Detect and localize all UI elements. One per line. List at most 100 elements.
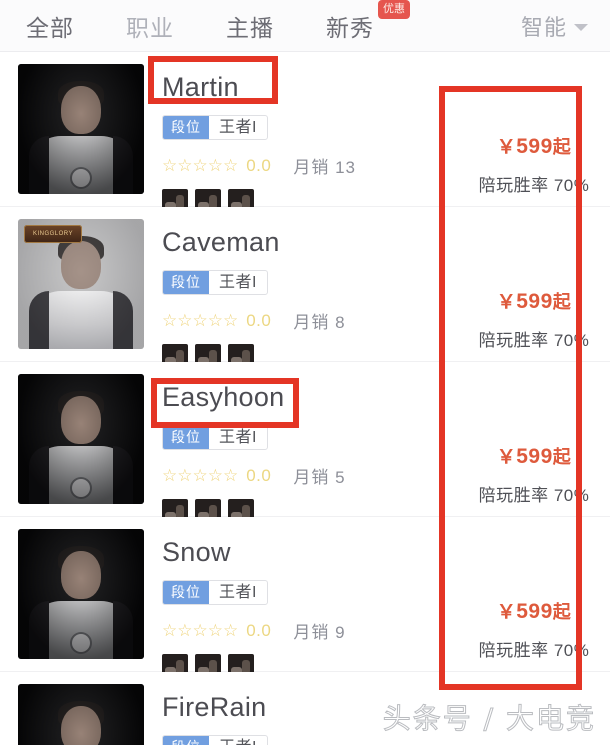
- player-info: Caveman 段位 王者I ☆☆☆☆☆ 0.0 月销 8: [144, 219, 458, 370]
- rank-key: 段位: [163, 736, 209, 745]
- rank-badge: 段位 王者I: [162, 735, 268, 745]
- monthly-sales-count: 9: [335, 623, 346, 642]
- star-rating-icon: ☆☆☆☆☆: [162, 621, 239, 640]
- player-name: Easyhoon: [162, 382, 285, 412]
- avatar: [18, 64, 144, 194]
- rating-score: 0.0: [246, 620, 272, 640]
- rank-value: 王者I: [219, 429, 257, 446]
- winrate-value: 70%: [553, 331, 590, 350]
- price-suffix: 起: [552, 447, 572, 467]
- price: ￥599起: [497, 287, 572, 314]
- avatar: [18, 684, 144, 745]
- rank-value: 王者I: [219, 584, 257, 601]
- player-name: Martin: [162, 72, 239, 102]
- monthly-sales-count: 13: [335, 158, 356, 177]
- tab-rookie[interactable]: 新秀 优惠: [326, 0, 410, 43]
- winrate-value: 70%: [553, 641, 590, 660]
- rating-row: ☆☆☆☆☆ 0.0 月销 8: [162, 308, 458, 333]
- monthly-sales-label: 月销: [293, 468, 330, 487]
- price-column: ￥599起 陪玩胜率 70%: [458, 64, 610, 206]
- tab-rookie-label: 新秀: [326, 14, 374, 41]
- list-item[interactable]: Martin 段位 王者I ☆☆☆☆☆ 0.0 月销 13 ￥599起 陪玩胜率…: [0, 52, 610, 215]
- player-info: Martin 段位 王者I ☆☆☆☆☆ 0.0 月销 13: [144, 64, 458, 215]
- rating-row: ☆☆☆☆☆ 0.0 月销 9: [162, 618, 458, 643]
- avatar-vignette: [18, 684, 144, 745]
- price-column: ￥599起 陪玩胜率 70%: [458, 529, 610, 671]
- price: ￥599起: [497, 597, 572, 624]
- monthly-sales-count: 5: [335, 468, 346, 487]
- price: ￥599起: [497, 132, 572, 159]
- price-amount: 599: [516, 600, 553, 623]
- price-suffix: 起: [552, 137, 572, 157]
- currency-symbol: ￥: [496, 292, 517, 313]
- player-info: Snow 段位 王者I ☆☆☆☆☆ 0.0 月销 9: [144, 529, 458, 680]
- price: ￥599起: [497, 442, 572, 469]
- winrate: 陪玩胜率 70%: [479, 171, 590, 196]
- player-list: Martin 段位 王者I ☆☆☆☆☆ 0.0 月销 13 ￥599起 陪玩胜率…: [0, 52, 610, 745]
- winrate-label: 陪玩胜率: [478, 331, 549, 350]
- currency-symbol: ￥: [496, 602, 517, 623]
- monthly-sales-label: 月销: [293, 623, 330, 642]
- player-name: Caveman: [162, 227, 280, 257]
- price-amount: 599: [516, 135, 553, 158]
- monthly-sales-count: 8: [335, 313, 346, 332]
- chevron-down-icon: [574, 24, 588, 31]
- winrate-value: 70%: [553, 176, 590, 195]
- winrate: 陪玩胜率 70%: [479, 481, 590, 506]
- promo-badge: 优惠: [378, 0, 410, 19]
- avatar: [18, 529, 144, 659]
- monthly-sales: 月销 8: [293, 308, 345, 333]
- rank-badge: 段位 王者I: [162, 115, 268, 140]
- filter-tabbar: 全部 职业 主播 新秀 优惠 智能: [0, 0, 610, 52]
- sort-dropdown[interactable]: 智能: [521, 10, 588, 42]
- avatar-vignette: [18, 529, 144, 659]
- tab-professional-label: 职业: [126, 14, 174, 41]
- tab-all[interactable]: 全部: [26, 9, 74, 43]
- avatar: [18, 374, 144, 504]
- rating-score: 0.0: [246, 155, 272, 175]
- rank-badge: 段位 王者I: [162, 270, 268, 295]
- monthly-sales-label: 月销: [293, 313, 330, 332]
- star-rating-icon: ☆☆☆☆☆: [162, 466, 239, 485]
- rank-badge: 段位 王者I: [162, 425, 268, 450]
- monthly-sales: 月销 5: [293, 463, 345, 488]
- star-rating-icon: ☆☆☆☆☆: [162, 311, 239, 330]
- winrate: 陪玩胜率 70%: [479, 636, 590, 661]
- rank-badge: 段位 王者I: [162, 580, 268, 605]
- price-suffix: 起: [552, 292, 572, 312]
- star-rating-icon: ☆☆☆☆☆: [162, 156, 239, 175]
- currency-symbol: ￥: [496, 137, 517, 158]
- price-column: ￥599起 陪玩胜率 70%: [458, 219, 610, 361]
- rank-value: 王者I: [219, 274, 257, 291]
- winrate-label: 陪玩胜率: [478, 486, 549, 505]
- avatar-banner-label: KINGGLORY: [32, 231, 74, 237]
- rank-key: 段位: [163, 426, 209, 449]
- sort-label: 智能: [520, 14, 567, 40]
- tab-streamer[interactable]: 主播: [226, 9, 274, 43]
- avatar: KINGGLORY: [18, 219, 144, 349]
- player-name: Snow: [162, 537, 231, 567]
- rating-score: 0.0: [246, 310, 272, 330]
- list-item[interactable]: KINGGLORY Caveman 段位 王者I ☆☆☆☆☆ 0.0 月销 8: [0, 207, 610, 370]
- rank-value: 王者I: [209, 736, 267, 745]
- price-amount: 599: [516, 290, 553, 313]
- monthly-sales-label: 月销: [293, 158, 330, 177]
- rating-score: 0.0: [246, 465, 272, 485]
- rank-value: 王者I: [219, 119, 257, 136]
- list-item[interactable]: Snow 段位 王者I ☆☆☆☆☆ 0.0 月销 9 ￥599起 陪玩胜率 70…: [0, 517, 610, 680]
- price-suffix: 起: [552, 602, 572, 622]
- avatar-vignette: [18, 374, 144, 504]
- player-info: Easyhoon 段位 王者I ☆☆☆☆☆ 0.0 月销 5: [144, 374, 458, 525]
- price-column: ￥599起 陪玩胜率 70%: [458, 374, 610, 516]
- rank-key: 段位: [163, 116, 209, 139]
- rating-row: ☆☆☆☆☆ 0.0 月销 13: [162, 153, 458, 178]
- winrate-label: 陪玩胜率: [478, 176, 549, 195]
- tab-streamer-label: 主播: [226, 14, 274, 41]
- tab-professional[interactable]: 职业: [126, 9, 174, 43]
- monthly-sales: 月销 9: [293, 618, 345, 643]
- monthly-sales: 月销 13: [293, 153, 356, 178]
- rank-key: 段位: [163, 271, 209, 294]
- list-item[interactable]: Easyhoon 段位 王者I ☆☆☆☆☆ 0.0 月销 5 ￥599起 陪玩胜…: [0, 362, 610, 525]
- tab-all-label: 全部: [26, 14, 74, 41]
- rank-key: 段位: [163, 581, 209, 604]
